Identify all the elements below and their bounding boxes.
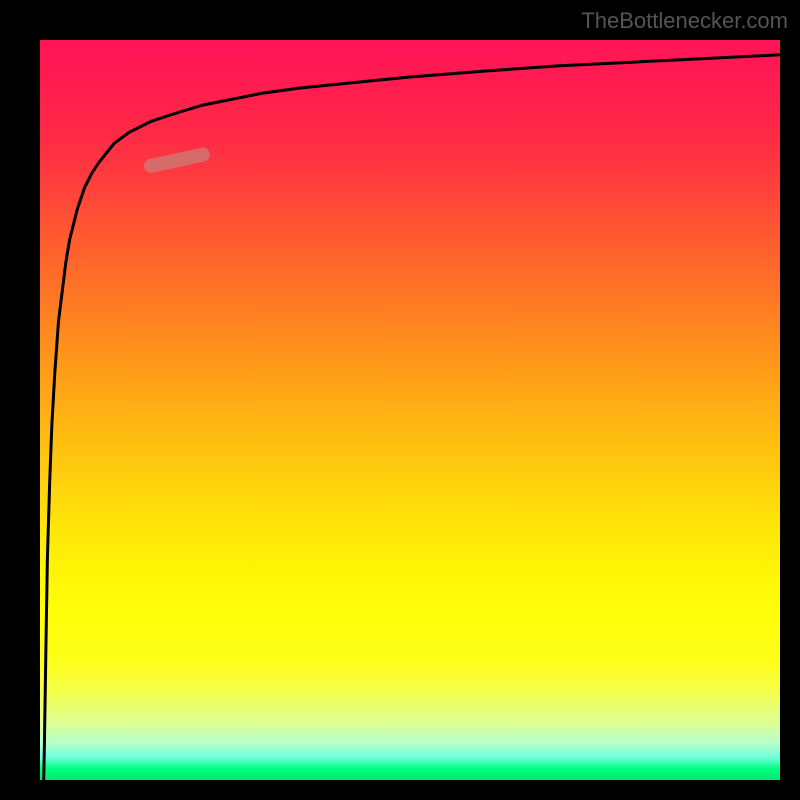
watermark-text: TheBottlenecker.com: [581, 8, 788, 34]
chart-plot-area: [40, 40, 780, 780]
chart-svg: [40, 40, 780, 780]
bottleneck-curve: [44, 55, 780, 780]
highlight-segment: [151, 155, 203, 166]
